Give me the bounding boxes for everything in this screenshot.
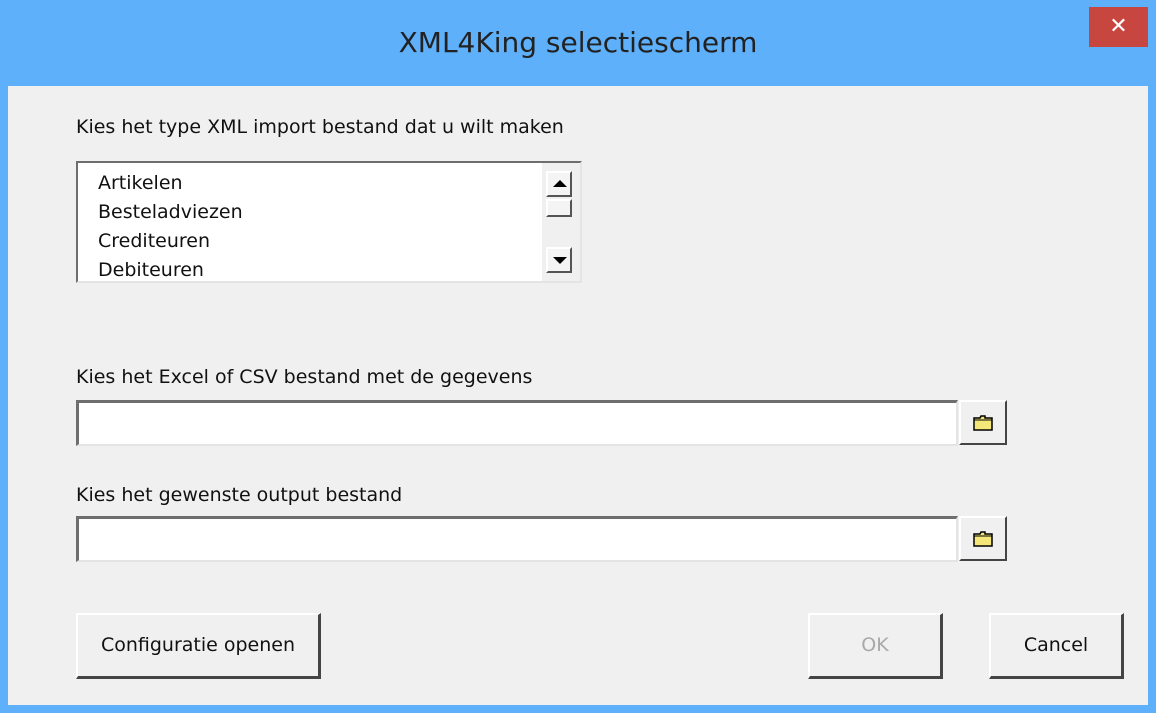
type-list-items: Artikelen Besteladviezen Crediteuren Deb… (98, 169, 243, 285)
cancel-button[interactable]: Cancel (989, 613, 1124, 679)
scroll-up-button[interactable] (546, 171, 572, 197)
list-item[interactable]: Crediteuren (98, 227, 243, 256)
list-item[interactable]: Debiteuren (98, 256, 243, 285)
folder-icon (973, 531, 993, 547)
dialog-content: Kies het type XML import bestand dat u w… (8, 86, 1148, 705)
type-label: Kies het type XML import bestand dat u w… (76, 116, 564, 138)
input-file-field[interactable] (76, 400, 958, 446)
close-button[interactable]: ✕ (1089, 7, 1148, 47)
arrow-up-icon (553, 180, 567, 187)
title-bar[interactable]: XML4King selectiescherm ✕ (0, 0, 1156, 86)
ok-button[interactable]: OK (808, 613, 943, 679)
browse-output-button[interactable] (959, 516, 1007, 561)
scroll-thumb[interactable] (546, 199, 572, 217)
window-title: XML4King selectiescherm (398, 26, 758, 59)
output-file-label: Kies het gewenste output bestand (76, 484, 403, 506)
scroll-down-button[interactable] (546, 247, 572, 273)
dialog-window: XML4King selectiescherm ✕ Kies het type … (0, 0, 1156, 713)
list-scrollbar[interactable] (542, 163, 580, 281)
folder-icon (973, 415, 993, 431)
close-icon: ✕ (1109, 14, 1128, 39)
output-file-field[interactable] (76, 516, 958, 562)
list-item[interactable]: Besteladviezen (98, 198, 243, 227)
input-file-label: Kies het Excel of CSV bestand met de geg… (76, 366, 533, 388)
arrow-down-icon (553, 257, 567, 264)
list-item[interactable]: Artikelen (98, 169, 243, 198)
type-listbox[interactable]: Artikelen Besteladviezen Crediteuren Deb… (76, 161, 582, 283)
browse-input-button[interactable] (959, 400, 1007, 445)
open-configuration-button[interactable]: Configuratie openen (76, 613, 321, 679)
